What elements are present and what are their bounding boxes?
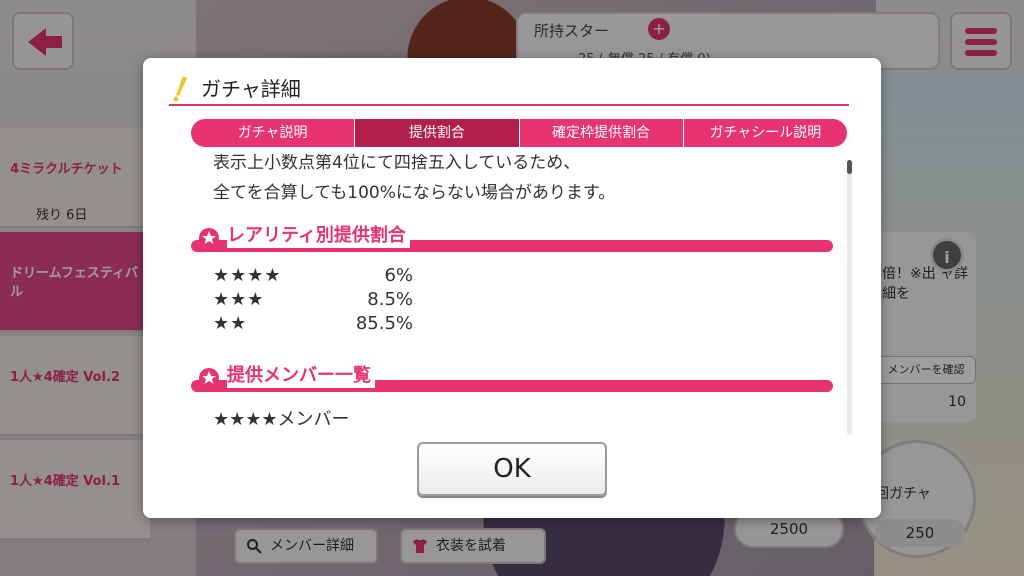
star-icon xyxy=(199,228,219,248)
dialog-tabs: ガチャ説明 提供割合 確定枠提供割合 ガチャシール説明 xyxy=(191,119,847,147)
section-title: 提供メンバー一覧 xyxy=(227,364,375,388)
rarity-stars: ★★★ xyxy=(213,289,265,310)
dialog-title: ガチャ詳細 xyxy=(169,76,849,106)
rarity-stars: ★★★★ xyxy=(213,265,282,286)
section-title: レアリティ別提供割合 xyxy=(227,224,410,248)
rate-row: ★★ 85.5% xyxy=(213,312,853,336)
gacha-detail-dialog: ガチャ詳細 ガチャ説明 提供割合 確定枠提供割合 ガチャシール説明 表示上小数点… xyxy=(143,58,881,518)
tab-gacha-seal[interactable]: ガチャシール説明 xyxy=(683,119,847,147)
rate-value: 8.5% xyxy=(367,289,413,310)
tab-drop-rates[interactable]: 提供割合 xyxy=(355,119,520,147)
tab-guaranteed-rates[interactable]: 確定枠提供割合 xyxy=(519,119,684,147)
tab-gacha-description[interactable]: ガチャ説明 xyxy=(191,119,356,147)
rate-value: 85.5% xyxy=(355,313,413,334)
member-group-heading: ★★★★メンバー xyxy=(213,409,350,430)
section-header-rarity-rates: レアリティ別提供割合 xyxy=(191,224,853,256)
content-scrollbar[interactable] xyxy=(847,160,852,435)
rate-value: 6% xyxy=(384,265,413,286)
star-icon xyxy=(199,368,219,388)
rarity-rate-table: ★★★★ 6% ★★★ 8.5% ★★ 85.5% xyxy=(191,264,853,336)
rate-row: ★★★ 8.5% xyxy=(213,288,853,312)
rounding-notice-line-2: 全てを合算しても100%にならない場合があります。 xyxy=(213,183,616,203)
dialog-content[interactable]: 表示上小数点第4位にて四捨五入しているため、 全てを合算しても100%にならない… xyxy=(191,154,853,434)
section-header-member-list: 提供メンバー一覧 xyxy=(191,364,853,396)
rarity-stars: ★★ xyxy=(213,313,248,334)
ok-button[interactable]: OK xyxy=(417,442,607,496)
scrollbar-thumb[interactable] xyxy=(847,160,852,174)
rate-row: ★★★★ 6% xyxy=(213,264,853,288)
rounding-notice-line-1: 表示上小数点第4位にて四捨五入しているため、 xyxy=(213,154,581,173)
